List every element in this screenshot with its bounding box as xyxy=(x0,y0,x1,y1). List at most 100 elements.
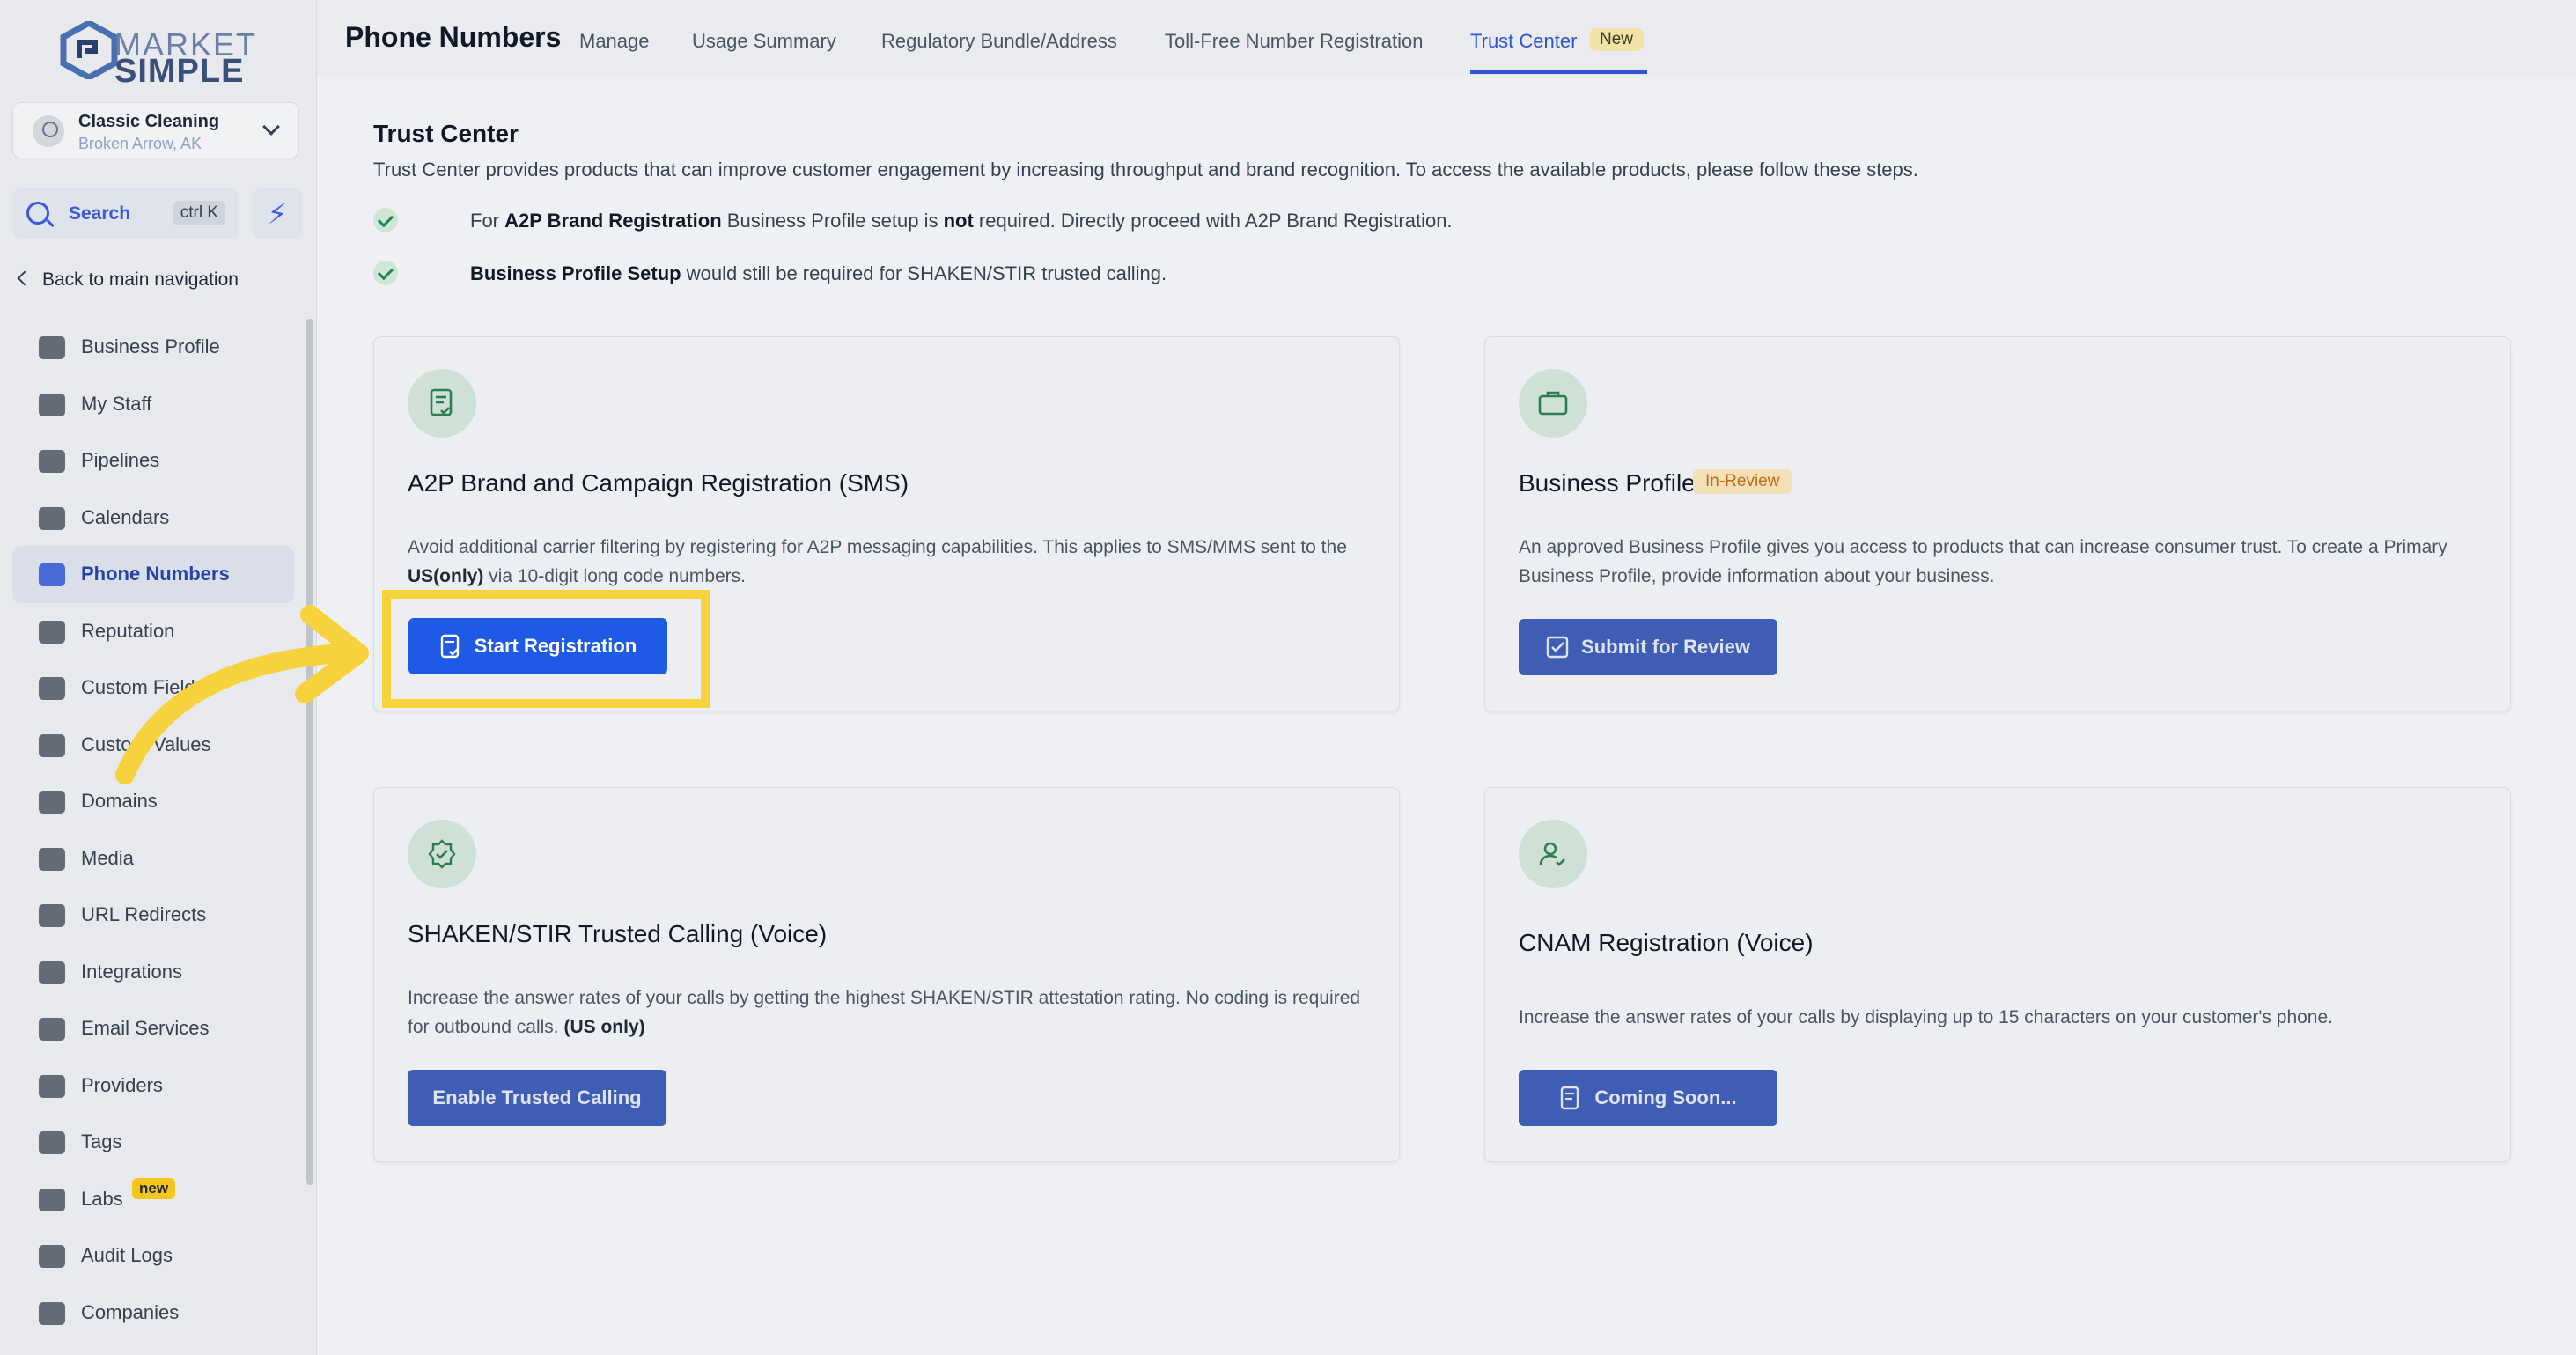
building-icon xyxy=(39,1301,65,1325)
user-check-icon xyxy=(1519,820,1587,888)
card-description: Increase the answer rates of your calls … xyxy=(1519,1007,2333,1027)
card-description: An approved Business Profile gives you a… xyxy=(1519,537,2447,586)
tab-toll-free-registration[interactable]: Toll-Free Number Registration xyxy=(1165,30,1423,53)
mail-icon xyxy=(39,1018,65,1041)
card-business-profile: Business Profile In-Review An approved B… xyxy=(1484,336,2511,711)
account-switcher[interactable]: Classic Cleaning Broken Arrow, AK xyxy=(12,102,299,158)
document-icon xyxy=(1561,1086,1579,1110)
active-tab-indicator xyxy=(1470,70,1647,74)
sidebar-item-label: Business Profile xyxy=(81,335,220,357)
integration-icon xyxy=(39,961,65,984)
sidebar-item-tags[interactable]: Tags xyxy=(12,1114,294,1171)
card-shaken-stir: SHAKEN/STIR Trusted Calling (Voice) Incr… xyxy=(373,787,1400,1162)
star-icon xyxy=(39,620,65,644)
sidebar-item-companies[interactable]: Companies xyxy=(12,1285,294,1342)
check-circle-icon xyxy=(373,261,398,285)
tab-regulatory-bundle[interactable]: Regulatory Bundle/Address xyxy=(881,30,1117,53)
sidebar-item-label: Labs xyxy=(81,1187,123,1210)
sidebar-item-label: Media xyxy=(81,846,134,869)
account-name: Classic Cleaning xyxy=(78,112,220,131)
card-title: A2P Brand and Campaign Registration (SMS… xyxy=(408,469,909,497)
sidebar-item-label: Domains xyxy=(81,790,158,812)
button-label: Coming Soon... xyxy=(1594,1086,1737,1108)
columns-icon xyxy=(39,677,65,700)
sidebar-item-labs[interactable]: Labs new xyxy=(12,1171,294,1228)
search-button[interactable]: Search ctrl K xyxy=(12,188,239,239)
back-to-main-nav[interactable]: Back to main navigation xyxy=(17,269,239,291)
sidebar-item-providers[interactable]: Providers xyxy=(12,1057,294,1115)
lightning-icon: ⚡ xyxy=(267,198,288,230)
submit-for-review-button[interactable]: Submit for Review xyxy=(1519,619,1777,675)
check-circle-icon xyxy=(373,208,398,232)
pointer-arrow-icon xyxy=(115,605,369,784)
media-icon xyxy=(39,847,65,871)
card-title: CNAM Registration (Voice) xyxy=(1519,929,1814,956)
redirect-icon xyxy=(39,904,65,927)
check-note-a2p: For A2P Brand Registration Business Prof… xyxy=(470,210,1453,232)
brand-logo[interactable]: MARKET SIMPLE xyxy=(60,18,255,90)
briefcase-icon xyxy=(39,336,65,359)
briefcase-icon xyxy=(1519,369,1587,438)
sidebar-item-label: Phone Numbers xyxy=(81,563,230,585)
button-label: Submit for Review xyxy=(1581,636,1750,658)
back-label: Back to main navigation xyxy=(42,269,239,290)
check-note-business-profile: Business Profile Setup would still be re… xyxy=(470,262,1167,284)
tags-icon xyxy=(39,1131,65,1154)
sidebar-item-label: Audit Logs xyxy=(81,1244,173,1266)
sidebar-item-business-profile[interactable]: Business Profile xyxy=(12,319,294,376)
checkbox-icon xyxy=(1546,636,1569,659)
account-location: Broken Arrow, AK xyxy=(78,135,202,152)
page-title: Phone Numbers xyxy=(345,21,562,53)
tag-icon xyxy=(39,733,65,757)
tab-manage[interactable]: Manage xyxy=(579,30,650,53)
sidebar-item-label: Companies xyxy=(81,1300,180,1323)
status-badge: In-Review xyxy=(1693,469,1792,494)
main-content: Trust Center Trust Center provides produ… xyxy=(317,77,2576,1355)
filter-icon xyxy=(39,450,65,473)
sidebar-item-my-staff[interactable]: My Staff xyxy=(12,376,294,433)
new-badge: new xyxy=(132,1177,176,1199)
sidebar-item-calendars[interactable]: Calendars xyxy=(12,490,294,547)
card-title: SHAKEN/STIR Trusted Calling (Voice) xyxy=(408,920,828,947)
phone-icon xyxy=(39,563,65,586)
badge-check-icon xyxy=(408,820,476,888)
sidebar-item-phone-numbers[interactable]: Phone Numbers xyxy=(12,546,294,603)
section-description: Trust Center provides products that can … xyxy=(373,158,1918,180)
account-avatar xyxy=(33,115,64,147)
sidebar-item-media[interactable]: Media xyxy=(12,830,294,887)
logo-mark-icon xyxy=(60,21,118,79)
globe-icon xyxy=(39,791,65,814)
document-check-icon xyxy=(408,369,476,438)
user-icon xyxy=(39,393,65,416)
section-title: Trust Center xyxy=(373,120,519,147)
card-description: Avoid additional carrier filtering by re… xyxy=(408,537,1347,586)
sidebar-item-integrations[interactable]: Integrations xyxy=(12,944,294,1001)
sidebar-item-email-services[interactable]: Email Services xyxy=(12,1000,294,1057)
clipboard-icon xyxy=(39,1074,65,1098)
settings-nav: Business Profile My Staff Pipelines Calenda… xyxy=(12,319,294,1341)
page-header: Phone Numbers Manage Usage Summary Regul… xyxy=(317,0,2576,77)
sidebar-item-label: Providers xyxy=(81,1073,163,1096)
calendar-icon xyxy=(39,506,65,530)
sidebar-item-label: URL Redirects xyxy=(81,903,207,925)
card-cnam: CNAM Registration (Voice) Increase the a… xyxy=(1484,787,2511,1162)
chevron-left-icon xyxy=(17,270,33,286)
new-badge: New xyxy=(1589,28,1645,51)
sidebar-item-url-redirects[interactable]: URL Redirects xyxy=(12,887,294,944)
search-icon xyxy=(26,202,49,225)
tab-trust-center[interactable]: Trust Center xyxy=(1470,30,1577,53)
sidebar-item-pipelines[interactable]: Pipelines xyxy=(12,432,294,490)
sidebar-item-label: Pipelines xyxy=(81,449,160,471)
flask-icon xyxy=(39,1188,65,1211)
sidebar-item-label: Integrations xyxy=(81,960,182,983)
quick-action-button[interactable]: ⚡ xyxy=(252,188,303,239)
sidebar-item-label: My Staff xyxy=(81,392,152,415)
highlight-frame xyxy=(382,590,710,708)
tab-usage-summary[interactable]: Usage Summary xyxy=(692,30,836,53)
coming-soon-button[interactable]: Coming Soon... xyxy=(1519,1070,1777,1126)
brand-word-simple: SIMPLE xyxy=(114,53,245,90)
sidebar-item-audit-logs[interactable]: Audit Logs xyxy=(12,1227,294,1285)
sidebar-item-label: Calendars xyxy=(81,505,170,528)
search-label: Search xyxy=(69,203,131,224)
enable-trusted-calling-button[interactable]: Enable Trusted Calling xyxy=(408,1070,666,1126)
